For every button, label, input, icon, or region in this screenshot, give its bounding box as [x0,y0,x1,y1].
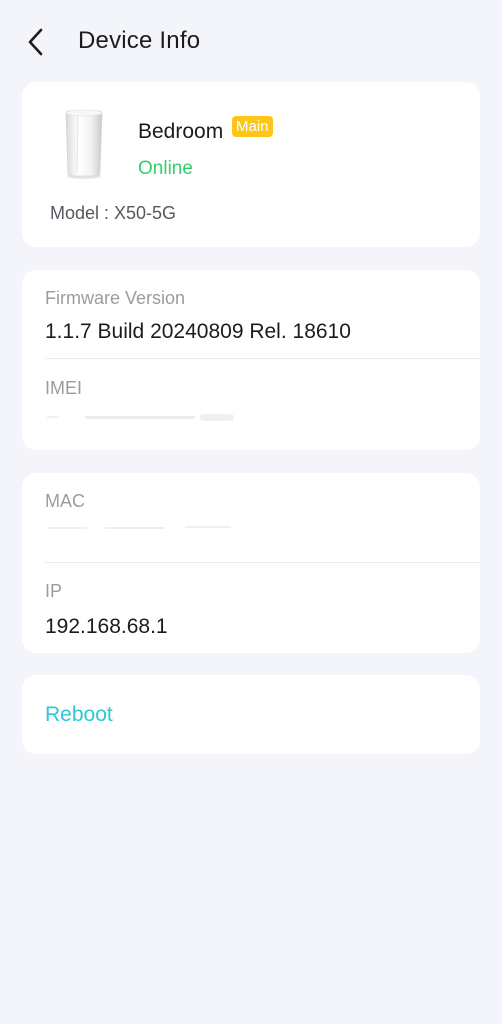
ip-label: IP [45,581,63,601]
firmware-card: Firmware Version 1.1.7 Build 20240809 Re… [22,270,480,450]
imei-label: IMEI [45,378,83,398]
router-device-image [65,109,103,179]
reboot-card: Reboot [22,675,480,754]
device-name: Bedroom [138,120,224,143]
back-button[interactable] [16,22,56,62]
chevron-left-icon [28,28,43,56]
device-card: Bedroom Main Online Model : X50-5G [22,82,480,247]
divider [45,562,480,563]
firmware-label: Firmware Version [45,288,186,308]
reboot-button[interactable]: Reboot [45,703,113,727]
mac-label: MAC [45,491,85,511]
divider [45,358,480,359]
device-status: Online [138,158,193,179]
firmware-value: 1.1.7 Build 20240809 Rel. 18610 [45,320,351,343]
header: Device Info [0,0,502,84]
mac-masked-value [47,526,231,529]
main-badge: Main [232,116,273,137]
device-model: Model : X50-5G [50,203,177,223]
imei-masked-value [47,414,234,421]
mac-card: MAC IP 192.168.68.1 [22,473,480,653]
ip-value: 192.168.68.1 [45,615,168,638]
page-title: Device Info [78,27,201,54]
